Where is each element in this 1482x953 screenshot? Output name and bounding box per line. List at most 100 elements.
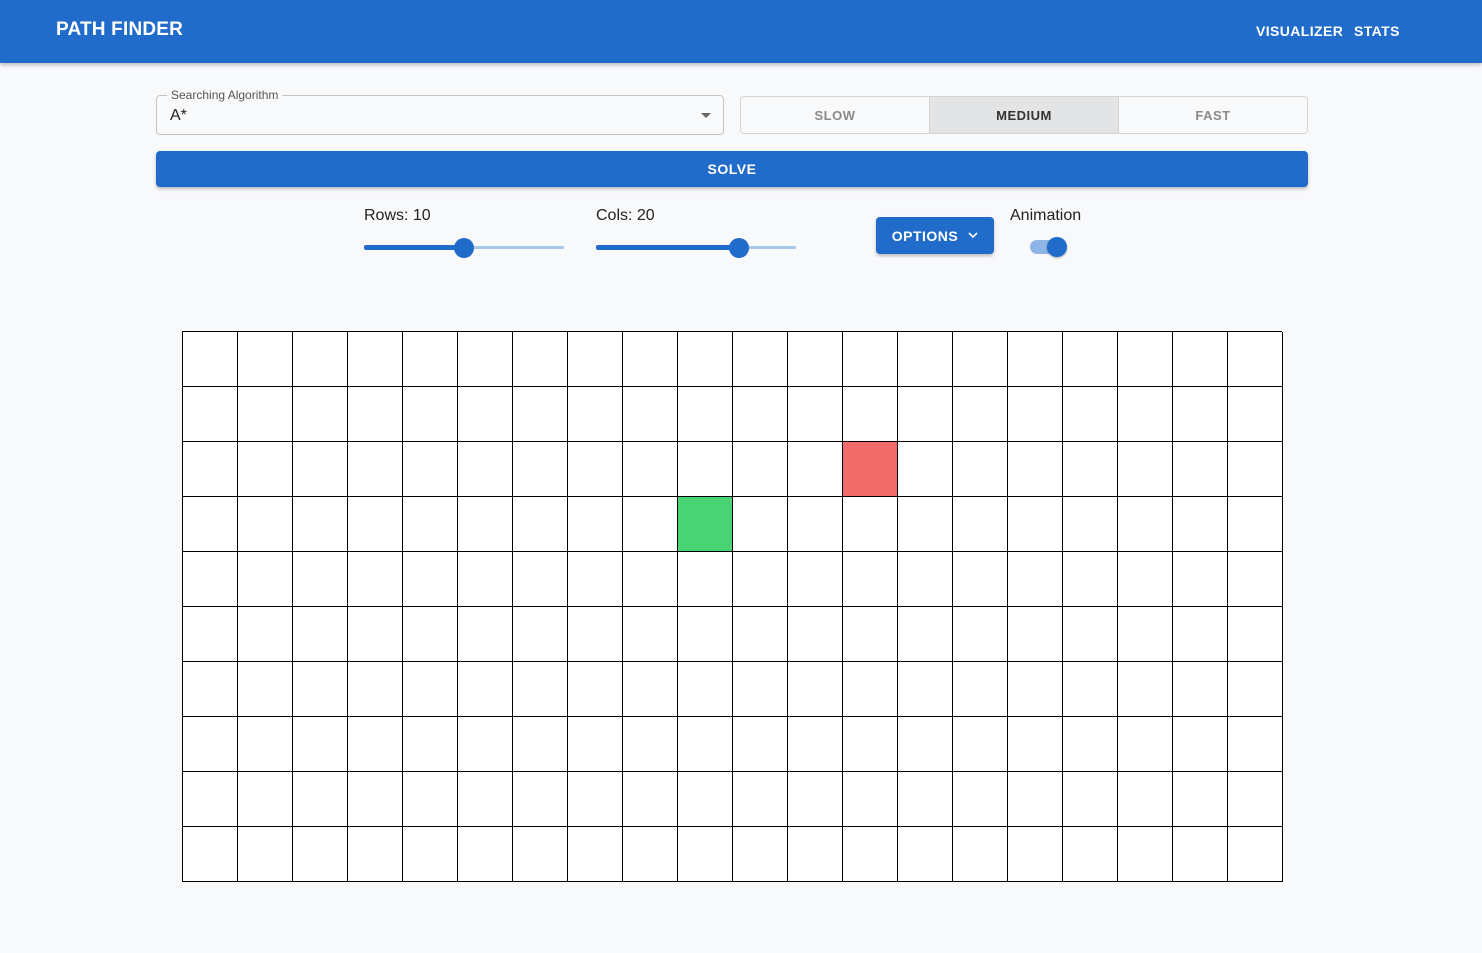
grid-cell[interactable] bbox=[1173, 662, 1228, 717]
grid-cell[interactable] bbox=[1008, 442, 1063, 497]
grid-cell[interactable] bbox=[238, 827, 293, 882]
grid-cell[interactable] bbox=[513, 827, 568, 882]
grid-cell[interactable] bbox=[843, 332, 898, 387]
grid-cell[interactable] bbox=[568, 662, 623, 717]
grid-cell[interactable] bbox=[953, 442, 1008, 497]
grid-cell[interactable] bbox=[623, 497, 678, 552]
grid-cell[interactable] bbox=[458, 442, 513, 497]
grid-cell[interactable] bbox=[1228, 607, 1283, 662]
grid-cell[interactable] bbox=[1173, 442, 1228, 497]
grid-cell[interactable] bbox=[1063, 772, 1118, 827]
grid-cell[interactable] bbox=[733, 607, 788, 662]
grid-cell[interactable] bbox=[183, 607, 238, 662]
grid-cell[interactable] bbox=[348, 772, 403, 827]
grid-cell[interactable] bbox=[843, 772, 898, 827]
grid-cell[interactable] bbox=[1173, 497, 1228, 552]
grid-cell[interactable] bbox=[348, 552, 403, 607]
grid-cell[interactable] bbox=[513, 662, 568, 717]
grid-cell[interactable] bbox=[953, 497, 1008, 552]
grid-cell[interactable] bbox=[733, 662, 788, 717]
grid-cell[interactable] bbox=[513, 332, 568, 387]
grid-cell[interactable] bbox=[953, 387, 1008, 442]
algorithm-select[interactable]: Searching Algorithm A* bbox=[156, 88, 724, 135]
grid-cell[interactable] bbox=[788, 662, 843, 717]
grid-cell[interactable] bbox=[1063, 552, 1118, 607]
grid-cell[interactable] bbox=[403, 387, 458, 442]
grid-cell[interactable] bbox=[1063, 717, 1118, 772]
grid-cell[interactable] bbox=[513, 607, 568, 662]
grid-cell[interactable] bbox=[843, 827, 898, 882]
grid-cell[interactable] bbox=[733, 827, 788, 882]
grid-cell[interactable] bbox=[568, 332, 623, 387]
grid-cell[interactable] bbox=[293, 607, 348, 662]
grid-cell[interactable] bbox=[788, 332, 843, 387]
grid-cell[interactable] bbox=[513, 442, 568, 497]
grid-cell[interactable] bbox=[898, 772, 953, 827]
grid-cell[interactable] bbox=[843, 662, 898, 717]
grid-cell[interactable] bbox=[733, 442, 788, 497]
start-node[interactable] bbox=[678, 497, 733, 552]
grid-cell[interactable] bbox=[458, 497, 513, 552]
rows-slider[interactable] bbox=[364, 237, 564, 258]
grid-cell[interactable] bbox=[1063, 387, 1118, 442]
grid-cell[interactable] bbox=[238, 497, 293, 552]
grid-cell[interactable] bbox=[1173, 387, 1228, 442]
grid-cell[interactable] bbox=[403, 662, 458, 717]
grid-cell[interactable] bbox=[238, 332, 293, 387]
grid-cell[interactable] bbox=[403, 332, 458, 387]
grid-cell[interactable] bbox=[898, 662, 953, 717]
grid-cell[interactable] bbox=[293, 442, 348, 497]
grid-cell[interactable] bbox=[293, 332, 348, 387]
grid-cell[interactable] bbox=[348, 442, 403, 497]
grid-cell[interactable] bbox=[953, 552, 1008, 607]
grid-cell[interactable] bbox=[898, 387, 953, 442]
grid-cell[interactable] bbox=[953, 717, 1008, 772]
grid-cell[interactable] bbox=[293, 387, 348, 442]
grid-cell[interactable] bbox=[1008, 827, 1063, 882]
grid-cell[interactable] bbox=[568, 387, 623, 442]
grid-cell[interactable] bbox=[293, 772, 348, 827]
grid-cell[interactable] bbox=[898, 552, 953, 607]
grid-cell[interactable] bbox=[623, 772, 678, 827]
grid-cell[interactable] bbox=[1008, 387, 1063, 442]
speed-medium-button[interactable]: MEDIUM bbox=[930, 97, 1119, 133]
grid-cell[interactable] bbox=[1173, 772, 1228, 827]
grid-cell[interactable] bbox=[678, 717, 733, 772]
grid-cell[interactable] bbox=[348, 662, 403, 717]
grid-cell[interactable] bbox=[1173, 332, 1228, 387]
grid-cell[interactable] bbox=[1228, 717, 1283, 772]
grid-cell[interactable] bbox=[1118, 772, 1173, 827]
grid-cell[interactable] bbox=[348, 607, 403, 662]
grid-cell[interactable] bbox=[1063, 607, 1118, 662]
grid-cell[interactable] bbox=[1118, 717, 1173, 772]
grid-cell[interactable] bbox=[1228, 662, 1283, 717]
grid-cell[interactable] bbox=[403, 717, 458, 772]
grid-cell[interactable] bbox=[953, 772, 1008, 827]
grid-cell[interactable] bbox=[1063, 442, 1118, 497]
grid-cell[interactable] bbox=[513, 717, 568, 772]
grid-cell[interactable] bbox=[183, 497, 238, 552]
grid-cell[interactable] bbox=[348, 387, 403, 442]
grid-cell[interactable] bbox=[678, 607, 733, 662]
speed-slow-button[interactable]: SLOW bbox=[741, 97, 930, 133]
grid-cell[interactable] bbox=[898, 607, 953, 662]
animation-switch[interactable] bbox=[1028, 236, 1070, 258]
grid-cell[interactable] bbox=[1228, 772, 1283, 827]
grid-cell[interactable] bbox=[513, 497, 568, 552]
grid-cell[interactable] bbox=[568, 717, 623, 772]
grid-cell[interactable] bbox=[788, 497, 843, 552]
nav-stats[interactable]: STATS bbox=[1354, 23, 1400, 39]
grid-cell[interactable] bbox=[513, 772, 568, 827]
grid-cell[interactable] bbox=[403, 827, 458, 882]
grid-cell[interactable] bbox=[183, 772, 238, 827]
grid-cell[interactable] bbox=[1228, 552, 1283, 607]
solve-button[interactable]: SOLVE bbox=[156, 151, 1308, 187]
grid-cell[interactable] bbox=[733, 332, 788, 387]
grid-cell[interactable] bbox=[403, 497, 458, 552]
grid-cell[interactable] bbox=[733, 772, 788, 827]
grid-cell[interactable] bbox=[788, 827, 843, 882]
grid-cell[interactable] bbox=[843, 717, 898, 772]
grid-cell[interactable] bbox=[293, 827, 348, 882]
grid-cell[interactable] bbox=[843, 552, 898, 607]
grid-cell[interactable] bbox=[1118, 552, 1173, 607]
